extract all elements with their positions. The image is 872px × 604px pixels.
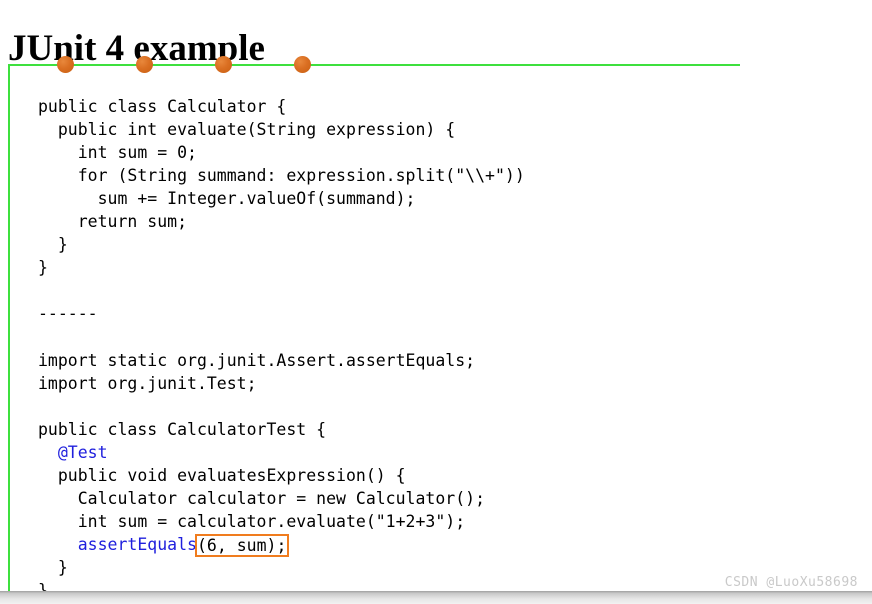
bottom-strip bbox=[0, 591, 872, 604]
annotation-test: @Test bbox=[57, 442, 108, 462]
code-line: import static org.junit.Assert.assertEqu… bbox=[38, 350, 476, 370]
code-line: Calculator calculator = new Calculator()… bbox=[38, 489, 486, 509]
code-line: for (String summand: expression.split("\… bbox=[38, 165, 525, 185]
highlight-box-assert-args: (6, sum); bbox=[194, 534, 290, 558]
code-line-assert: assertEquals(6, sum); bbox=[38, 533, 525, 558]
code-line: public int evaluate(String expression) { bbox=[38, 119, 456, 139]
bullet-dot-icon bbox=[294, 56, 311, 73]
code-line: public void evaluatesExpression() { bbox=[38, 466, 406, 485]
code-line-separator: ------ bbox=[38, 304, 98, 324]
code-line: int sum = calculator.evaluate("1+2+3"); bbox=[38, 512, 466, 532]
bullet-dot-icon bbox=[215, 56, 232, 73]
code-line: int sum = 0; bbox=[38, 142, 197, 162]
code-line: return sum; bbox=[38, 211, 188, 231]
bullet-dot-icon bbox=[136, 56, 153, 73]
code-line: } bbox=[38, 258, 48, 278]
code-line: } bbox=[38, 235, 68, 255]
code-line: public class Calculator { bbox=[38, 96, 287, 116]
bullet-dot-icon bbox=[57, 56, 74, 73]
code-line: import org.junit.Test; bbox=[38, 373, 257, 393]
code-line-annotation: @Test bbox=[38, 441, 525, 464]
code-line: sum += Integer.valueOf(summand); bbox=[38, 188, 416, 208]
method-assert-equals: assertEquals bbox=[77, 535, 197, 555]
code-line: public class CalculatorTest { bbox=[38, 419, 327, 439]
watermark-text: CSDN @LuoXu58698 bbox=[724, 575, 858, 590]
code-line: } bbox=[38, 558, 68, 578]
code-block: public class Calculator { public int eva… bbox=[38, 95, 525, 603]
